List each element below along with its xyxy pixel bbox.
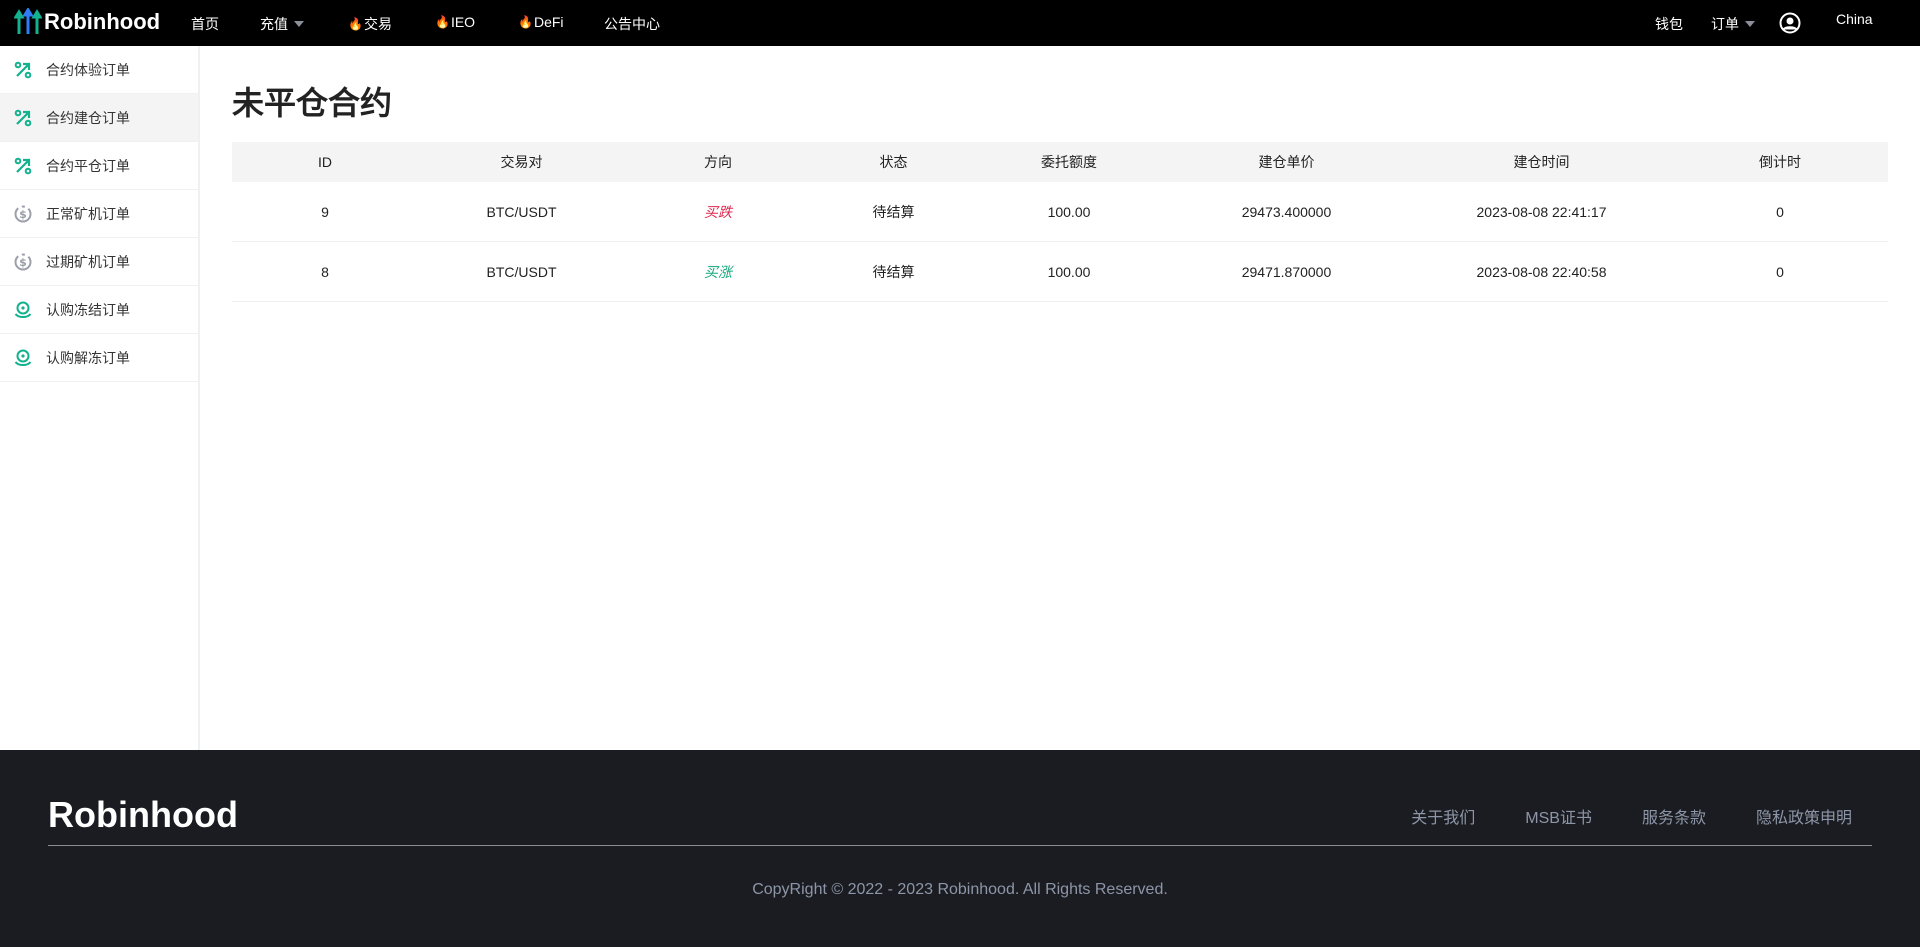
footer-link-privacy[interactable]: 隐私政策申明 — [1756, 804, 1852, 828]
cell-status: 待结算 — [872, 203, 915, 220]
column-header: 方向 — [704, 154, 732, 170]
sidebar-item[interactable]: $ 过期矿机订单 — [0, 238, 198, 286]
column-header: 建仓时间 — [1513, 154, 1570, 170]
cell-countdown: 0 — [1776, 263, 1784, 280]
cell-amount: 100.00 — [1047, 263, 1091, 280]
orders-table: ID 交易对 方向 状态 委托额度 建仓单价 建仓时间 倒计时 9 BTC/USDT 买跌 待结算 1… — [232, 142, 1888, 302]
hand-coin-icon — [14, 301, 46, 319]
fire-icon: 🔥 — [348, 17, 363, 31]
user-avatar-button[interactable] — [1779, 12, 1801, 34]
dollar-coin-icon: $ — [14, 253, 46, 271]
language-selector[interactable]: China — [1836, 11, 1873, 27]
cell-pair: BTC/USDT — [486, 203, 557, 220]
nav-label: 公告中心 — [604, 16, 660, 32]
cell-time: 2023-08-08 22:41:17 — [1476, 203, 1607, 220]
footer-divider — [48, 845, 1872, 846]
cell-direction: 买涨 — [704, 263, 732, 280]
sidebar-item-label: 正常矿机订单 — [46, 205, 130, 222]
caret-down-icon — [1745, 21, 1755, 27]
percent-arrow-icon — [14, 61, 46, 79]
sidebar-item-label: 认购解冻订单 — [46, 349, 130, 366]
nav-defi[interactable]: 🔥 DeFi — [518, 14, 564, 30]
sidebar-item-label: 认购冻结订单 — [46, 301, 130, 318]
sidebar-item[interactable]: 认购冻结订单 — [0, 286, 198, 334]
cell-pair: BTC/USDT — [486, 263, 557, 280]
sidebar-item-label: 过期矿机订单 — [46, 253, 130, 270]
footer-link-msb[interactable]: MSB证书 — [1525, 804, 1592, 828]
footer-link-terms[interactable]: 服务条款 — [1642, 804, 1706, 828]
table-row: 8 BTC/USDT 买涨 待结算 100.00 29471.870000 2023-08-… — [232, 242, 1888, 302]
language-label: China — [1836, 11, 1873, 27]
percent-arrow-icon — [14, 157, 46, 175]
sidebar-item-label: 合约平仓订单 — [46, 157, 130, 174]
sidebar-item[interactable]: 合约平仓订单 — [0, 142, 198, 190]
page-title: 未平仓合约 — [232, 85, 393, 121]
nav-home[interactable]: 首页 — [191, 14, 219, 34]
nav-orders[interactable]: 订单 — [1711, 14, 1755, 34]
dollar-coin-icon: $ — [14, 205, 46, 223]
cell-status: 待结算 — [872, 263, 915, 280]
nav-trade[interactable]: 🔥 交易 — [348, 14, 392, 34]
svg-text:$: $ — [19, 256, 27, 269]
nav-ieo[interactable]: 🔥 IEO — [435, 14, 475, 30]
cell-price: 29471.870000 — [1241, 263, 1332, 280]
column-header: 建仓单价 — [1258, 154, 1315, 170]
column-header: 倒计时 — [1759, 154, 1801, 170]
svg-text:$: $ — [19, 208, 27, 221]
logo-arrows-icon — [14, 8, 42, 34]
column-header: 委托额度 — [1041, 154, 1097, 170]
top-navbar: Robinhood 首页 充值 🔥 交易 🔥 IEO 🔥 DeFi 公告中心 钱包 订… — [0, 0, 1920, 46]
table-row: 9 BTC/USDT 买跌 待结算 100.00 29473.400000 2023-08-… — [232, 182, 1888, 242]
user-circle-icon — [1779, 12, 1801, 34]
cell-amount: 100.00 — [1047, 203, 1091, 220]
percent-arrow-icon — [14, 109, 46, 127]
fire-icon: 🔥 — [518, 15, 533, 29]
brand-name: Robinhood — [44, 9, 161, 34]
sidebar-item-label: 合约体验订单 — [46, 61, 130, 78]
cell-time: 2023-08-08 22:40:58 — [1476, 263, 1607, 280]
sidebar-item[interactable]: 合约体验订单 — [0, 46, 198, 94]
sidebar-item[interactable]: 合约建仓订单 — [0, 94, 198, 142]
sidebar-item-label: 合约建仓订单 — [46, 109, 130, 126]
column-header: ID — [318, 154, 332, 170]
cell-countdown: 0 — [1776, 203, 1784, 220]
cell-direction: 买跌 — [704, 203, 732, 220]
column-header: 状态 — [879, 154, 908, 170]
footer: Robinhood 关于我们 MSB证书 服务条款 隐私政策申明 CopyRig… — [0, 750, 1920, 947]
nav-label: 首页 — [191, 16, 219, 32]
column-header: 交易对 — [500, 154, 543, 170]
nav-label: 交易 — [363, 16, 392, 32]
cell-id: 8 — [321, 263, 329, 280]
nav-label: IEO — [450, 14, 476, 30]
nav-deposit[interactable]: 充值 — [260, 14, 304, 34]
brand-logo[interactable]: Robinhood — [14, 8, 160, 36]
hand-coin-icon — [14, 349, 46, 367]
nav-label: DeFi — [533, 14, 564, 30]
fire-icon: 🔥 — [435, 15, 450, 29]
nav-label: 钱包 — [1655, 16, 1683, 32]
table-header: ID 交易对 方向 状态 委托额度 建仓单价 建仓时间 倒计时 — [232, 142, 1888, 182]
footer-link-about[interactable]: 关于我们 — [1411, 804, 1475, 828]
sidebar-item[interactable]: 认购解冻订单 — [0, 334, 198, 382]
caret-down-icon — [294, 21, 304, 27]
nav-label: 订单 — [1711, 16, 1739, 32]
sidebar: 合约体验订单 合约建仓订单 合约平仓订单 $ 正常矿机订单 $ 过期矿机订单 认购冻结订单 认购… — [0, 46, 200, 750]
sidebar-item[interactable]: $ 正常矿机订单 — [0, 190, 198, 238]
cell-price: 29473.400000 — [1241, 203, 1332, 220]
copyright: CopyRight © 2022 - 2023 Robinhood. All R… — [752, 881, 1168, 898]
nav-announcements[interactable]: 公告中心 — [604, 14, 660, 34]
cell-id: 9 — [321, 203, 329, 220]
footer-brand: Robinhood — [48, 794, 238, 835]
nav-label: 充值 — [260, 16, 288, 32]
nav-wallet[interactable]: 钱包 — [1655, 14, 1683, 34]
footer-links: 关于我们 MSB证书 服务条款 隐私政策申明 — [1411, 804, 1852, 828]
